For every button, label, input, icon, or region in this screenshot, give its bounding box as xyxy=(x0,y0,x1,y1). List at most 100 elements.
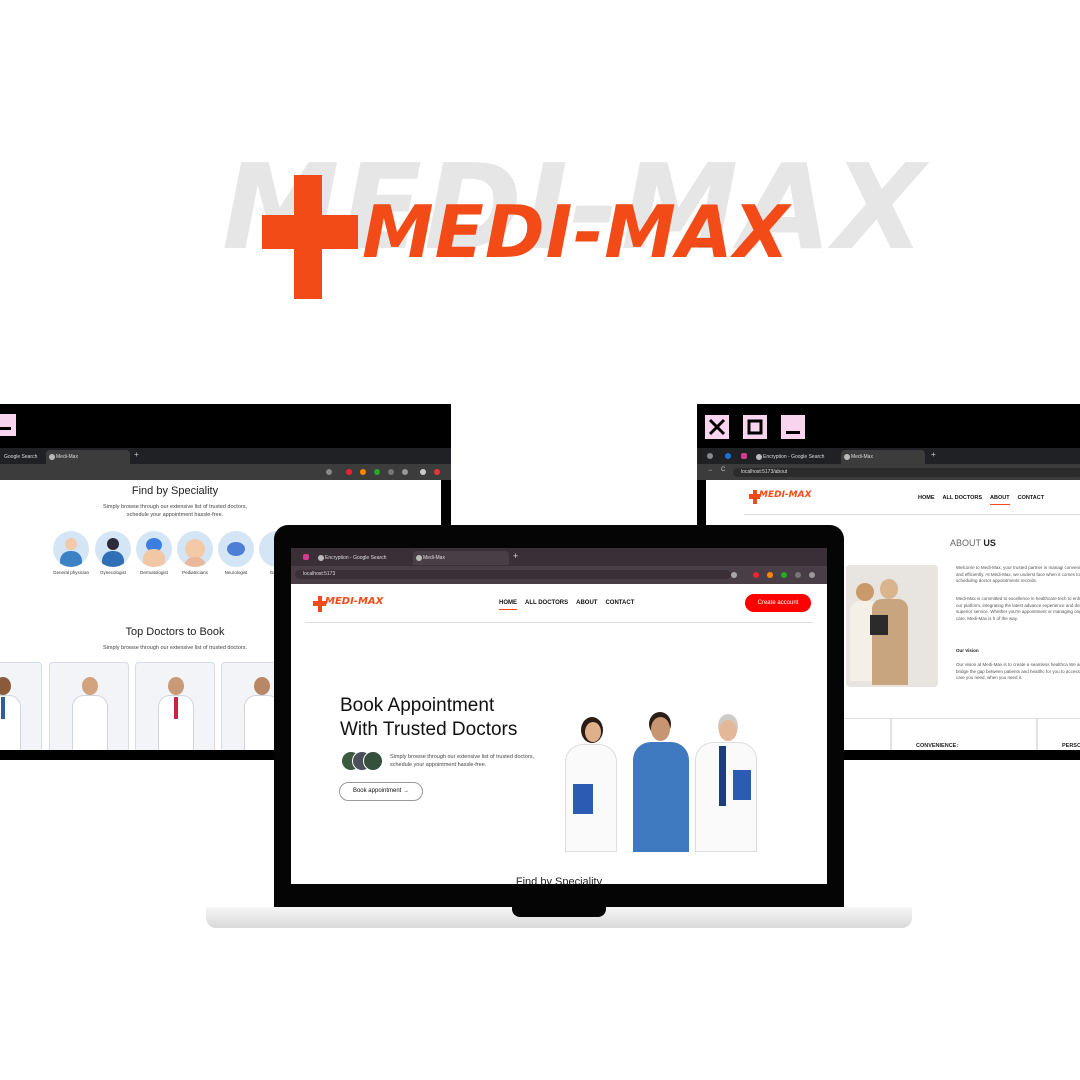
vision-title: Our Vision xyxy=(956,648,979,653)
brand-logo-text: MEDI-MAX xyxy=(362,190,791,274)
extension-icon[interactable] xyxy=(374,469,380,475)
chrome-icon xyxy=(725,453,731,459)
main-nav: HOME ALL DOCTORS ABOUT CONTACT xyxy=(499,600,642,610)
tab-favicon-icon xyxy=(318,555,324,561)
extension-icon[interactable] xyxy=(767,572,773,578)
tab-label: Medi-Max xyxy=(56,454,78,460)
doctor-photo xyxy=(158,677,194,750)
new-tab-icon[interactable]: + xyxy=(931,450,936,459)
about-paragraph-3: Our vision at Medi-Max is to create a se… xyxy=(956,662,1080,680)
speciality-gynecologist[interactable]: Gynecologist xyxy=(95,531,131,575)
puzzle-icon[interactable] xyxy=(402,469,408,475)
minimize-icon[interactable] xyxy=(779,413,807,441)
minimize-icon[interactable] xyxy=(0,412,18,438)
about-paragraph-2: Medi-Max is committed to excellence in h… xyxy=(956,596,1080,621)
doctor-photo xyxy=(72,677,108,750)
tab-medi-max[interactable]: Medi-Max xyxy=(841,450,925,464)
nav-about[interactable]: ABOUT xyxy=(990,495,1010,505)
extension-icon[interactable] xyxy=(346,469,352,475)
baby-avatar-icon xyxy=(177,531,213,567)
tab-favicon-icon xyxy=(416,555,422,561)
tab-favicon-icon xyxy=(756,454,762,460)
address-bar: → C localhost:5173/about xyxy=(697,464,1080,480)
tab-label: Encryption - Google Search xyxy=(325,555,387,561)
speciality-general-physician[interactable]: General physician xyxy=(53,531,89,575)
speciality-title: Find by Speciality xyxy=(131,485,219,497)
tab-favicon-icon xyxy=(844,454,850,460)
nav-home[interactable]: HOME xyxy=(918,495,935,501)
doctor-card[interactable] xyxy=(135,662,215,750)
doctor-card[interactable] xyxy=(49,662,129,750)
extension-icon[interactable] xyxy=(360,469,366,475)
hero-doctors-image xyxy=(561,712,771,852)
hero-heading: Book Appointment With Trusted Doctors xyxy=(340,695,518,740)
instagram-icon[interactable] xyxy=(303,554,309,560)
about-photo xyxy=(846,565,938,687)
about-paragraph-1: Welcome to Medi-Max, your trusted partne… xyxy=(956,565,1080,583)
tab-medi-max[interactable]: Medi-Max xyxy=(46,450,130,464)
tab-favicon-icon xyxy=(49,454,55,460)
speciality-subtitle: Simply browse through our extensive list… xyxy=(103,504,247,518)
extension-icon[interactable] xyxy=(781,572,787,578)
brain-icon xyxy=(218,531,254,567)
nav-contact[interactable]: CONTACT xyxy=(1018,495,1044,501)
download-icon[interactable] xyxy=(420,469,426,475)
feature-card-convenience: CONVENIENCE: xyxy=(891,718,1037,750)
brand-logo[interactable]: MEDI-MAX xyxy=(759,490,812,500)
brand-logo[interactable]: MEDI-MAX xyxy=(325,596,383,607)
tab-strip: Encryption - Google Search Medi-Max + xyxy=(291,548,827,566)
star-icon[interactable] xyxy=(731,572,737,578)
tab-strip: Encryption - Google Search Medi-Max + xyxy=(697,448,1080,464)
nav-all-doctors[interactable]: ALL DOCTORS xyxy=(943,495,983,501)
profile-icon[interactable] xyxy=(388,469,394,475)
speciality-dermatologist[interactable]: Dermatologist xyxy=(136,531,172,575)
book-appointment-button[interactable]: Book appointment → xyxy=(339,782,423,801)
url-field[interactable]: localhost:5173/about xyxy=(733,468,1080,477)
doctor-card[interactable] xyxy=(0,662,42,750)
tab-label: Google Search xyxy=(4,454,38,460)
puzzle-icon[interactable] xyxy=(809,572,815,578)
forward-icon[interactable]: → xyxy=(707,467,713,473)
close-icon[interactable] xyxy=(703,413,731,441)
maximize-icon[interactable] xyxy=(741,413,769,441)
new-tab-icon[interactable]: + xyxy=(513,551,518,561)
tab-label: Medi-Max xyxy=(423,555,445,561)
medical-cross-icon xyxy=(262,175,358,299)
speciality-pediatricians[interactable]: Pediatricians xyxy=(177,531,213,575)
tab-strip: Google Search Medi-Max + xyxy=(0,448,451,464)
next-section-title-peek: Find by Speciality xyxy=(515,876,603,884)
menu-icon[interactable] xyxy=(434,469,440,475)
tab-google-search[interactable]: Encryption - Google Search xyxy=(315,551,409,565)
create-account-button[interactable]: Create account xyxy=(745,594,811,612)
main-nav: HOME ALL DOCTORS ABOUT CONTACT xyxy=(918,495,1052,505)
tab-medi-max[interactable]: Medi-Max xyxy=(413,551,509,565)
reload-icon[interactable]: C xyxy=(721,467,725,473)
hero-subtitle: Simply browse through our extensive list… xyxy=(390,754,534,768)
instagram-icon[interactable] xyxy=(741,453,747,459)
tab-google-search[interactable]: Google Search xyxy=(0,450,44,464)
nav-divider xyxy=(744,514,1080,515)
extension-icon[interactable] xyxy=(753,572,759,578)
nav-divider xyxy=(305,622,813,623)
showcase-stage: MEDI-MAX MEDI-MAX Google Search Medi-Max… xyxy=(0,0,1080,1080)
star-icon[interactable] xyxy=(326,469,332,475)
nav-all-doctors[interactable]: ALL DOCTORS xyxy=(525,600,568,606)
profile-icon[interactable] xyxy=(795,572,801,578)
new-tab-icon[interactable]: + xyxy=(134,450,139,459)
speciality-neurologist[interactable]: Neurologist xyxy=(218,531,254,575)
laptop-page-content: MEDI-MAX HOME ALL DOCTORS ABOUT CONTACT … xyxy=(291,584,827,884)
address-bar xyxy=(0,464,451,480)
url-field[interactable]: localhost:5173 xyxy=(295,570,731,579)
nav-contact[interactable]: CONTACT xyxy=(605,600,634,606)
nav-about[interactable]: ABOUT xyxy=(576,600,597,606)
patient-avatars xyxy=(341,751,383,771)
chrome-icon xyxy=(707,453,713,459)
top-doctors-subtitle: Simply browse through our extensive list… xyxy=(103,645,247,651)
doctor-avatar-icon xyxy=(53,531,89,567)
about-title: ABOUT US xyxy=(950,538,996,548)
avatar xyxy=(363,751,383,771)
tab-google-search[interactable]: Encryption - Google Search xyxy=(753,450,837,464)
nav-home[interactable]: HOME xyxy=(499,600,517,610)
tab-label: Encryption - Google Search xyxy=(763,454,825,460)
laptop-notch xyxy=(512,907,606,917)
